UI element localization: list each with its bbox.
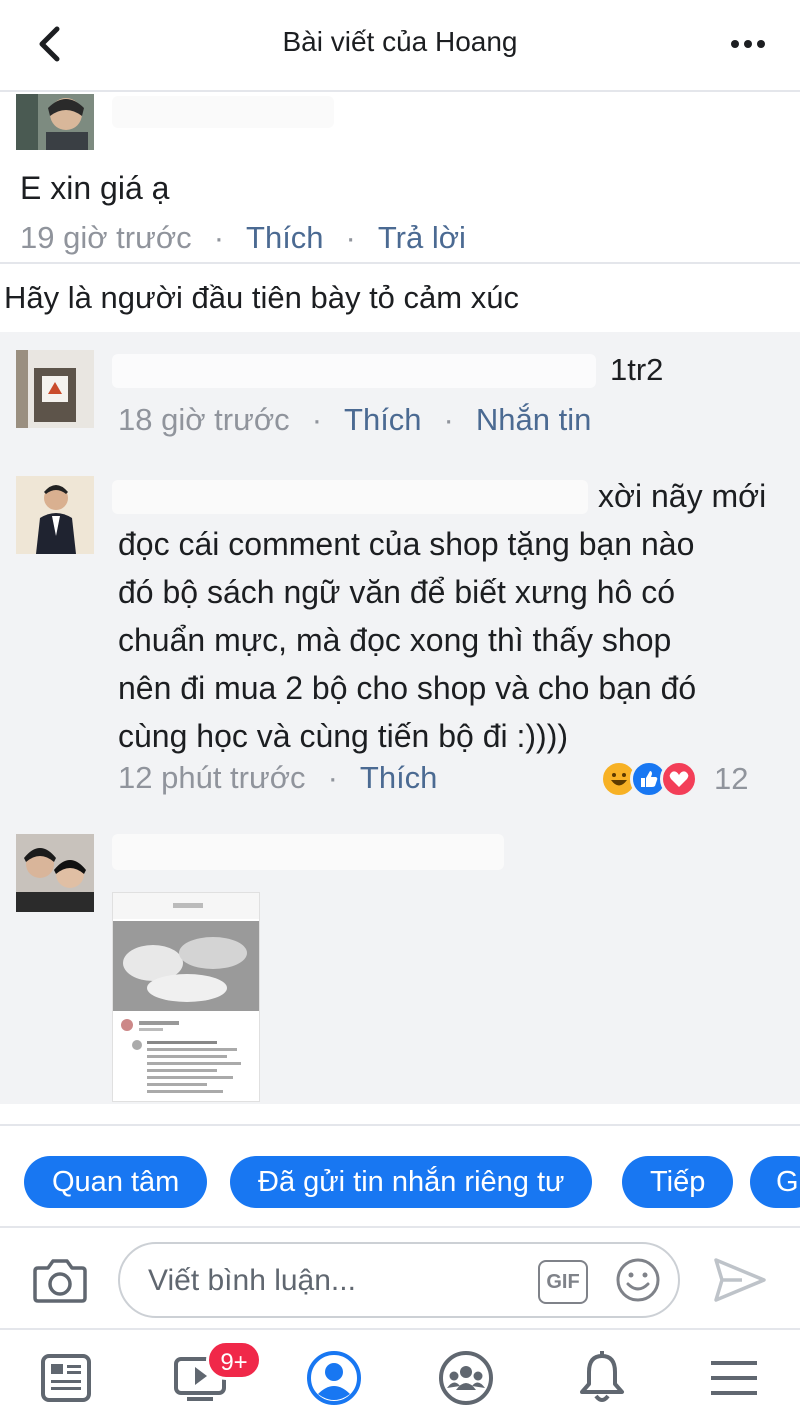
divider bbox=[0, 262, 800, 264]
avatar[interactable] bbox=[16, 834, 94, 912]
comment-text: E xin giá ạ bbox=[20, 170, 170, 206]
comment-placeholder: Viết bình luận... bbox=[148, 1264, 356, 1297]
separator-dot: · bbox=[213, 220, 225, 255]
send-button[interactable] bbox=[712, 1256, 768, 1304]
chip-private-message-sent[interactable]: Đã gửi tin nhắn riêng tư bbox=[230, 1156, 593, 1208]
nav-menu[interactable] bbox=[706, 1350, 762, 1406]
separator-dot: · bbox=[345, 220, 356, 255]
emoji-button[interactable] bbox=[614, 1256, 662, 1304]
chip-quan-tam[interactable]: Quan tâm bbox=[24, 1156, 208, 1208]
reply-link[interactable]: Trả lời bbox=[378, 220, 466, 256]
smiley-icon bbox=[616, 1258, 660, 1302]
reply-text-line: nên đi mua 2 bộ cho shop và cho bạn đó bbox=[118, 670, 697, 706]
reply-meta: 12 phút trước · Thích bbox=[118, 760, 437, 796]
reply-meta: 18 giờ trước · Thích · Nhắn tin bbox=[118, 402, 591, 438]
reply-text-line: chuẩn mực, mà đọc xong thì thấy shop bbox=[118, 622, 672, 658]
nav-profile[interactable] bbox=[306, 1350, 362, 1406]
like-link[interactable]: Thích bbox=[360, 760, 438, 796]
top-bar: Bài viết của Hoang bbox=[0, 0, 800, 92]
love-icon bbox=[660, 760, 698, 798]
chip-partial[interactable]: G bbox=[750, 1156, 800, 1208]
avatar[interactable] bbox=[16, 94, 94, 150]
reply-timestamp: 12 phút trước bbox=[118, 760, 306, 795]
bell-icon bbox=[580, 1351, 624, 1402]
notification-badge: 9+ bbox=[206, 1340, 262, 1380]
dot bbox=[744, 40, 752, 48]
comment-image-attachment[interactable] bbox=[112, 892, 260, 1102]
avatar[interactable] bbox=[16, 476, 94, 554]
dot bbox=[757, 40, 765, 48]
comment-composer: Viết bình luận... GIF bbox=[0, 1230, 800, 1328]
like-link[interactable]: Thích bbox=[344, 402, 422, 438]
reply-timestamp: 18 giờ trước bbox=[118, 402, 290, 437]
groups-icon bbox=[439, 1351, 493, 1405]
separator-dot: · bbox=[327, 760, 338, 795]
chip-tiep[interactable]: Tiếp bbox=[622, 1156, 734, 1208]
hamburger-menu-icon bbox=[711, 1361, 757, 1395]
reply-text: 1tr2 bbox=[610, 352, 664, 387]
redacted-name bbox=[112, 480, 588, 514]
camera-button[interactable] bbox=[32, 1254, 88, 1306]
reply-text-line: cùng học và cùng tiến bộ đi :)))) bbox=[118, 718, 569, 754]
dot bbox=[731, 40, 739, 48]
comment-timestamp: 19 giờ trước bbox=[20, 220, 192, 255]
reply-text-line: đọc cái comment của shop tặng bạn nào bbox=[118, 526, 695, 562]
nav-news-feed[interactable] bbox=[38, 1350, 94, 1406]
nav-groups[interactable] bbox=[438, 1350, 494, 1406]
reply-text-first-line: xời nãy mới bbox=[598, 478, 767, 514]
nav-notifications[interactable] bbox=[574, 1350, 630, 1406]
reaction-prompt: Hãy là người đầu tiên bày tỏ cảm xúc bbox=[4, 280, 519, 315]
message-link[interactable]: Nhắn tin bbox=[476, 402, 591, 438]
page-title: Bài viết của Hoang bbox=[282, 26, 518, 57]
quick-replies-bar: Quan tâm Đã gửi tin nhắn riêng tư Tiếp G bbox=[0, 1124, 800, 1228]
send-icon bbox=[714, 1258, 766, 1302]
redacted-name bbox=[112, 354, 596, 388]
more-options-button[interactable] bbox=[722, 24, 774, 64]
redacted-name bbox=[112, 834, 504, 870]
gif-button[interactable]: GIF bbox=[538, 1260, 588, 1304]
comment-meta: 19 giờ trước · Thích · Trả lời bbox=[20, 220, 466, 256]
reaction-summary[interactable]: 12 bbox=[600, 760, 748, 798]
profile-icon bbox=[307, 1351, 361, 1405]
reaction-count: 12 bbox=[714, 761, 749, 796]
bottom-navigation: 9+ bbox=[0, 1328, 800, 1422]
separator-dot: · bbox=[443, 402, 454, 437]
like-link[interactable]: Thích bbox=[246, 220, 324, 256]
news-feed-icon bbox=[41, 1354, 91, 1402]
camera-icon bbox=[33, 1259, 87, 1303]
redacted-name bbox=[112, 96, 334, 128]
reply-text-line: đó bộ sách ngữ văn để biết xưng hô có bbox=[118, 574, 675, 610]
separator-dot: · bbox=[311, 402, 323, 437]
comment-input[interactable]: Viết bình luận... GIF bbox=[118, 1242, 680, 1318]
avatar[interactable] bbox=[16, 350, 94, 428]
